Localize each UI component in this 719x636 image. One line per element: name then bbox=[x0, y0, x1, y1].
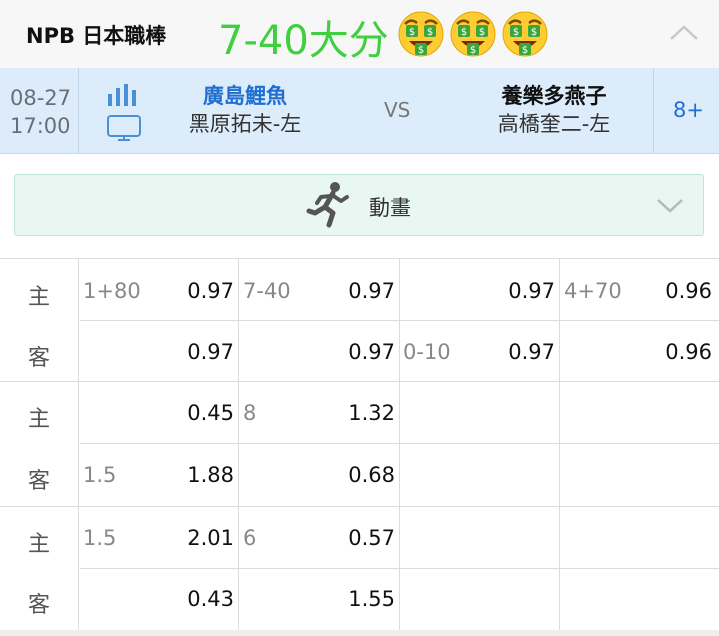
divider bbox=[653, 68, 654, 154]
stats-bars-icon[interactable] bbox=[106, 82, 140, 106]
svg-text:$: $ bbox=[461, 27, 467, 38]
animation-label: 動畫 bbox=[369, 196, 411, 220]
handicap-line: 4+70 bbox=[564, 279, 622, 303]
odds-value[interactable]: 0.96 bbox=[636, 340, 712, 364]
money-mouth-face-icon: $ $ $ bbox=[502, 11, 548, 57]
match-date: 08-27 bbox=[10, 86, 72, 110]
odds-value[interactable]: 0.96 bbox=[636, 279, 712, 303]
svg-text:$: $ bbox=[479, 27, 485, 38]
live-tv-icon[interactable] bbox=[106, 114, 142, 142]
emoji-group: $ $ $ $ $ $ $ $ $ bbox=[397, 10, 549, 58]
chevron-up-icon[interactable] bbox=[668, 22, 700, 42]
divider bbox=[80, 320, 719, 321]
divider bbox=[238, 259, 239, 631]
match-time: 17:00 bbox=[10, 114, 71, 138]
vs-label: VS bbox=[384, 98, 411, 122]
svg-text:$: $ bbox=[522, 45, 528, 56]
handicap-line: 1.5 bbox=[83, 463, 117, 487]
money-mouth-face-icon: $ $ $ bbox=[398, 11, 444, 57]
animation-toggle[interactable]: 動畫 bbox=[14, 174, 704, 236]
odds-value[interactable]: 1.32 bbox=[320, 401, 395, 425]
handicap-line: 8 bbox=[243, 401, 257, 425]
match-row[interactable]: 08-27 17:00 廣島鯉魚 黑原拓未-左 VS 養樂多燕子 高橋奎二-左 … bbox=[0, 68, 719, 154]
away-team-name: 養樂多燕子 bbox=[501, 84, 607, 108]
odds-value[interactable]: 1.55 bbox=[320, 587, 395, 611]
divider bbox=[78, 259, 79, 631]
league-header: NPB 日本職棒 7-40大分 $ $ $ $ $ $ $ $ $ bbox=[0, 0, 719, 68]
odds-value[interactable]: 0.97 bbox=[160, 279, 234, 303]
svg-text:$: $ bbox=[427, 27, 433, 38]
odds-value[interactable]: 0.97 bbox=[160, 340, 234, 364]
running-man-icon bbox=[306, 182, 349, 228]
odds-value[interactable]: 0.68 bbox=[320, 463, 395, 487]
divider bbox=[399, 259, 400, 631]
svg-text:$: $ bbox=[513, 27, 519, 38]
away-side-label: 客 bbox=[27, 593, 50, 618]
odds-value[interactable]: 0.57 bbox=[320, 526, 395, 550]
odds-table: 主 1+80 0.97 7-40 0.97 0.97 4+70 0.96 客 0… bbox=[0, 258, 719, 631]
handicap-line: 1.5 bbox=[83, 526, 117, 550]
money-mouth-face-icon: $ $ $ bbox=[450, 11, 496, 57]
league-title: NPB 日本職棒 bbox=[26, 24, 167, 48]
odds-value[interactable]: 1.88 bbox=[160, 463, 234, 487]
odds-value[interactable]: 0.97 bbox=[320, 279, 395, 303]
divider bbox=[78, 68, 79, 154]
away-team: 養樂多燕子 高橋奎二-左 bbox=[486, 82, 622, 138]
home-team: 廣島鯉魚 黑原拓未-左 bbox=[180, 82, 310, 138]
home-side-label: 主 bbox=[27, 285, 50, 310]
svg-text:$: $ bbox=[409, 27, 415, 38]
divider bbox=[80, 443, 719, 444]
home-pitcher: 黑原拓未-左 bbox=[188, 112, 302, 136]
odds-value[interactable]: 0.97 bbox=[480, 340, 555, 364]
divider bbox=[0, 506, 719, 507]
odds-value[interactable]: 2.01 bbox=[160, 526, 234, 550]
odds-value[interactable]: 0.97 bbox=[480, 279, 555, 303]
divider bbox=[0, 381, 719, 382]
away-side-label: 客 bbox=[27, 346, 50, 371]
odds-value[interactable]: 0.43 bbox=[160, 587, 234, 611]
away-pitcher: 高橋奎二-左 bbox=[497, 112, 611, 136]
more-markets-button[interactable]: 8+ bbox=[673, 98, 704, 122]
handicap-line: 0-10 bbox=[403, 340, 451, 364]
home-team-name: 廣島鯉魚 bbox=[203, 84, 287, 108]
divider bbox=[80, 568, 719, 569]
odds-value[interactable]: 0.45 bbox=[160, 401, 234, 425]
handicap-line: 7-40 bbox=[243, 279, 291, 303]
chevron-down-icon[interactable] bbox=[655, 196, 685, 214]
divider bbox=[559, 259, 560, 631]
svg-text:$: $ bbox=[418, 45, 424, 56]
svg-text:$: $ bbox=[470, 45, 476, 56]
pick-tag: 7-40大分 bbox=[218, 18, 389, 64]
away-side-label: 客 bbox=[27, 469, 50, 494]
match-datetime: 08-27 17:00 bbox=[10, 84, 71, 140]
handicap-line: 6 bbox=[243, 526, 257, 550]
bottom-edge bbox=[0, 630, 719, 636]
handicap-line: 1+80 bbox=[83, 279, 141, 303]
home-side-label: 主 bbox=[27, 407, 50, 432]
home-side-label: 主 bbox=[27, 532, 50, 557]
svg-text:$: $ bbox=[531, 27, 537, 38]
odds-value[interactable]: 0.97 bbox=[320, 340, 395, 364]
